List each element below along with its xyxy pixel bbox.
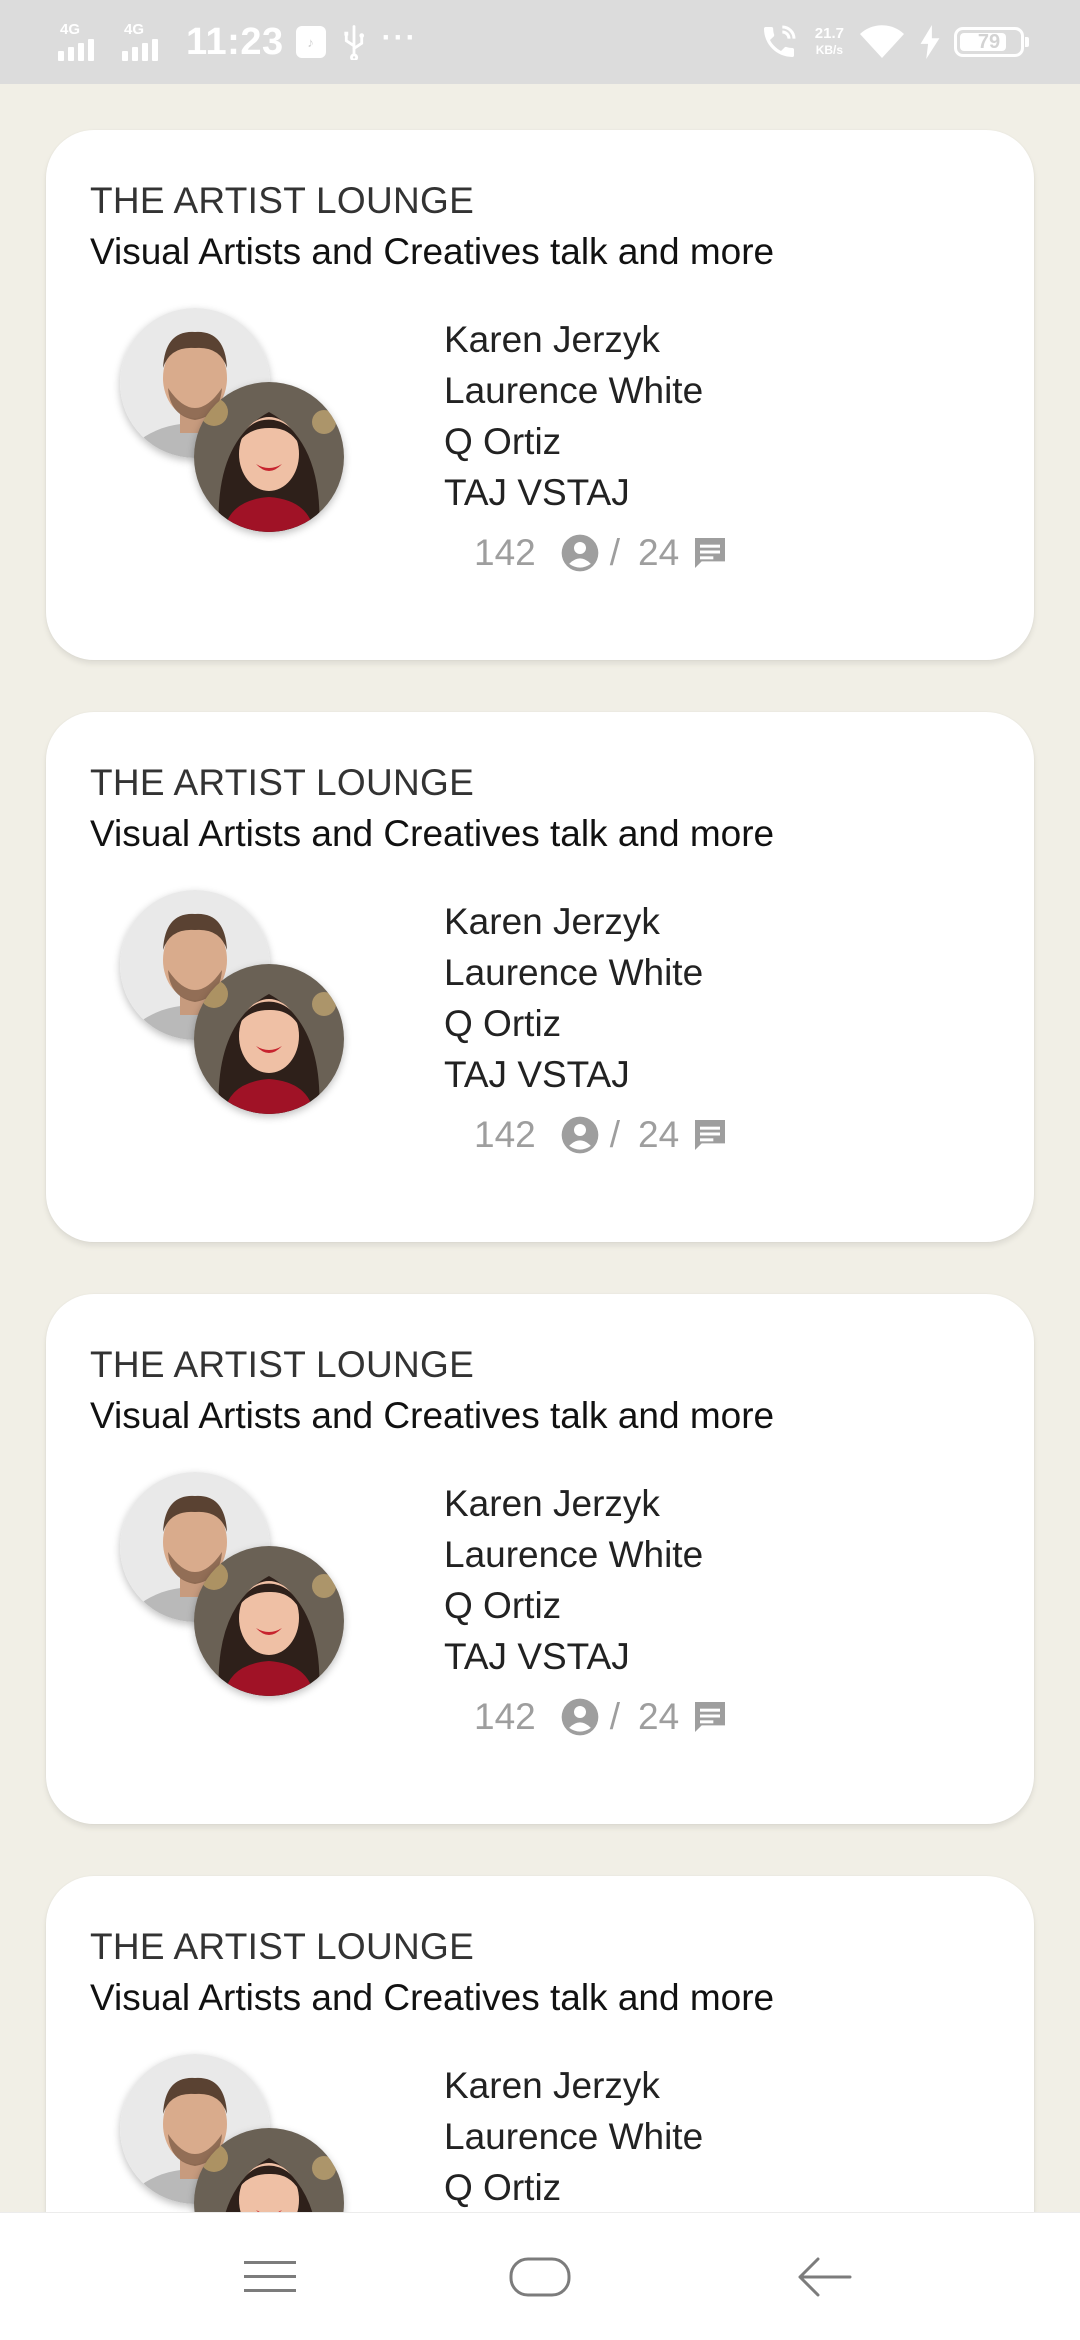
back-button[interactable] [792,2249,856,2305]
clock: 11:23 [186,20,284,63]
member-name: Karen Jerzyk [444,2065,660,2106]
navigation-bar [0,2212,1080,2340]
room-card[interactable]: THE ARTIST LOUNGE Visual Artists and Cre… [46,130,1034,660]
chat-icon [695,538,726,568]
avatar-female[interactable] [194,1546,344,1696]
room-stats: 142 / 24 [474,1696,731,1738]
member-name: Q Ortiz [444,1585,562,1626]
member-name: Laurence White [444,2116,704,2157]
network-speed: 21.7 KB/s [815,26,844,58]
member-count: 142 [474,532,536,573]
tiktok-icon: ♪ [295,26,326,58]
avatar-female[interactable] [194,382,344,532]
person-icon [561,1698,599,1736]
charging-icon [920,25,940,59]
network-type-2: 4G [124,21,145,38]
back-arrow-icon [798,2257,852,2297]
room-subtitle: Visual Artists and Creatives talk and mo… [90,1977,775,2018]
member-name: Q Ortiz [444,421,562,462]
room-title: THE ARTIST LOUNGE [90,180,475,221]
room-list[interactable]: THE ARTIST LOUNGE Visual Artists and Cre… [0,84,1080,2213]
person-icon [561,1116,599,1154]
member-name: Q Ortiz [444,2167,562,2208]
message-count: 24 [638,1114,680,1155]
battery-level: 79 [977,30,1001,53]
stats-separator: / [609,532,621,573]
room-subtitle: Visual Artists and Creatives talk and mo… [90,231,775,272]
message-count: 24 [638,1696,680,1737]
chat-icon [695,1702,726,1732]
wifi-icon [860,25,904,58]
avatar-female[interactable] [194,964,344,1114]
person-icon [561,534,599,572]
network-type-1: 4G [60,21,81,38]
home-icon [509,2257,571,2297]
member-list: Karen Jerzyk Laurence White Q Ortiz TAJ VST… [444,896,703,1100]
member-name: Laurence White [444,952,704,993]
member-count: 142 [474,1114,536,1155]
member-list: Karen Jerzyk Laurence White Q Ortiz TAJ VST… [444,314,703,518]
room-subtitle: Visual Artists and Creatives talk and mo… [90,1395,775,1436]
menu-icon [244,2261,296,2292]
wifi-calling-icon [763,25,796,57]
signal-icon: 4G [58,21,110,63]
status-bar: 4G 4G 11:23 ♪ ··· 21.7 KB/s 79 [0,0,1080,84]
room-card[interactable]: THE ARTIST LOUNGE Visual Artists and Cre… [46,1294,1034,1824]
room-stats: 142 / 24 [474,532,731,574]
room-card[interactable]: THE ARTIST LOUNGE Visual Artists and Cre… [46,1876,1034,2213]
member-name: Karen Jerzyk [444,319,660,360]
member-name: TAJ VSTAJ [444,1054,630,1095]
member-name: Laurence White [444,370,704,411]
battery-icon: 79 [954,27,1029,57]
message-count: 24 [638,532,680,573]
room-stats: 142 / 24 [474,1114,731,1156]
member-list: Karen Jerzyk Laurence White Q Ortiz TAJ VST… [444,1478,703,1682]
more-notifications-icon: ··· [381,21,418,54]
member-name: TAJ VSTAJ [444,472,630,513]
room-subtitle: Visual Artists and Creatives talk and mo… [90,813,775,854]
member-name: Laurence White [444,1534,704,1575]
menu-button[interactable] [238,2249,302,2305]
network-speed-value: 21.7 [814,25,844,42]
network-speed-unit: KB/s [815,43,844,57]
room-title: THE ARTIST LOUNGE [90,1344,475,1385]
room-title: THE ARTIST LOUNGE [90,1926,475,1967]
stats-separator: / [609,1114,621,1155]
chat-icon [695,1120,726,1150]
member-count: 142 [474,1696,536,1737]
member-list: Karen JerzykLaurence WhiteQ OrtizTAJ VST… [444,2060,703,2213]
home-button[interactable] [508,2249,572,2305]
room-title: THE ARTIST LOUNGE [90,762,475,803]
member-name: Q Ortiz [444,1003,562,1044]
signal-icon-2: 4G [122,21,174,63]
usb-icon [343,25,364,60]
stats-separator: / [609,1696,621,1737]
member-name: Karen Jerzyk [444,1483,660,1524]
room-card[interactable]: THE ARTIST LOUNGE Visual Artists and Cre… [46,712,1034,1242]
member-name: TAJ VSTAJ [444,1636,630,1677]
member-name: Karen Jerzyk [444,901,660,942]
